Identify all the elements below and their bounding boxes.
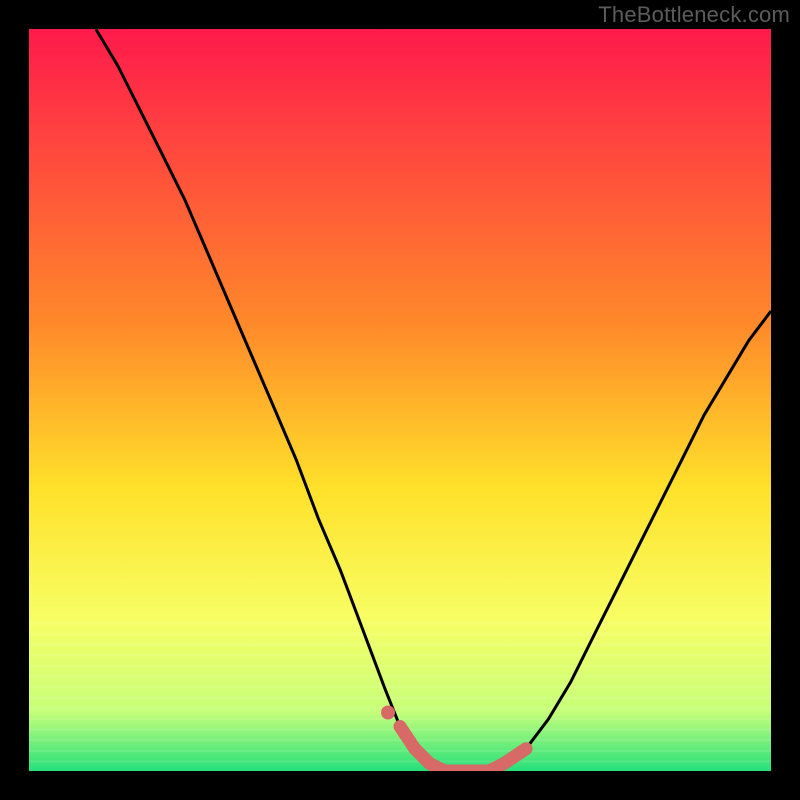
watermark-label: TheBottleneck.com — [598, 2, 790, 28]
bottleneck-chart — [29, 29, 771, 771]
gradient-background — [29, 29, 771, 771]
chart-frame: TheBottleneck.com — [0, 0, 800, 800]
